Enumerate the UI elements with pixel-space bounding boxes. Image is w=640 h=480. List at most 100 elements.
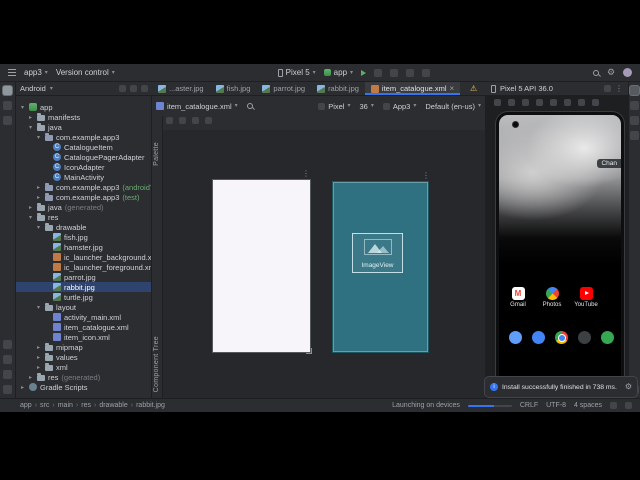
breadcrumb-app[interactable]: app bbox=[20, 402, 32, 409]
power-icon[interactable] bbox=[494, 99, 501, 106]
project-tool-icon[interactable] bbox=[3, 86, 12, 95]
app-photos[interactable]: Photos bbox=[541, 287, 563, 308]
tree-item-item-catalogue-xml[interactable]: item_catalogue.xml bbox=[16, 322, 151, 332]
collapse-all-icon[interactable] bbox=[130, 85, 137, 92]
zoom-in-icon[interactable] bbox=[192, 117, 199, 124]
tree-item-rabbit-jpg[interactable]: rabbit.jpg bbox=[16, 282, 151, 292]
tree-item-res[interactable]: ▸ res (generated) bbox=[16, 372, 151, 382]
tree-item-turtle-jpg[interactable]: turtle.jpg bbox=[16, 292, 151, 302]
tree-item-catalogueitem[interactable]: CatalogueItem bbox=[16, 142, 151, 152]
run-button[interactable] bbox=[361, 69, 367, 76]
tree-item-gradle-scripts[interactable]: ▸ Gradle Scripts bbox=[16, 382, 151, 392]
tree-item-ic-launcher-foreground-xml[interactable]: ic_launcher_foreground.xml bbox=[16, 262, 151, 272]
locale-picker[interactable]: Default (en-us) ▾ bbox=[425, 102, 481, 111]
notifications-icon[interactable] bbox=[625, 402, 632, 409]
breadcrumb-res[interactable]: res bbox=[81, 402, 91, 409]
structure-tool-icon[interactable] bbox=[3, 116, 12, 125]
notification-chip[interactable]: Chan bbox=[597, 159, 621, 168]
imageview-widget[interactable]: ImageView bbox=[352, 233, 403, 273]
blueprint-menu-icon[interactable]: ⋮ bbox=[422, 172, 430, 180]
zoom-out-icon[interactable] bbox=[179, 117, 186, 124]
dock-camera-icon[interactable] bbox=[578, 331, 591, 344]
breadcrumb-rabbit-jpg[interactable]: rabbit.jpg bbox=[136, 402, 165, 409]
profiler-icon[interactable] bbox=[406, 68, 415, 77]
dock-messages-icon[interactable] bbox=[532, 331, 545, 344]
file-chip[interactable]: item_catalogue.xml ▾ bbox=[156, 102, 238, 111]
problems-tool-icon[interactable] bbox=[3, 355, 12, 364]
status-utf-8[interactable]: UTF-8 bbox=[546, 402, 566, 409]
breadcrumb-drawable[interactable]: drawable bbox=[99, 402, 127, 409]
search-icon[interactable] bbox=[246, 103, 253, 109]
component-tree-tab[interactable]: Component Tree bbox=[153, 336, 160, 392]
status-4-spaces[interactable]: 4 spaces bbox=[574, 402, 602, 409]
view-mode-icon[interactable] bbox=[166, 117, 173, 124]
design-preview[interactable] bbox=[213, 180, 312, 354]
emulator-screen[interactable]: Chan Gmail Photos YouTube bbox=[499, 115, 621, 391]
blueprint-preview[interactable]: ImageView bbox=[333, 182, 428, 352]
app-quality-tool-icon[interactable] bbox=[630, 131, 639, 140]
rotate-right-icon[interactable] bbox=[550, 99, 557, 106]
warning-icon[interactable]: ⚠ bbox=[470, 85, 477, 93]
terminal-tool-icon[interactable] bbox=[3, 370, 12, 379]
running-devices-tool-icon[interactable] bbox=[630, 86, 639, 95]
gradle-tool-icon[interactable] bbox=[630, 101, 639, 110]
tree-item-ic-launcher-background-xml[interactable]: ic_launcher_background.xml bbox=[16, 252, 151, 262]
tree-item-xml[interactable]: ▸ xml bbox=[16, 362, 151, 372]
lock-indicator-icon[interactable] bbox=[610, 402, 617, 409]
palette-tab[interactable]: Palette bbox=[153, 142, 160, 166]
design-surface[interactable]: ⋮ ⋮ ImageView bbox=[163, 130, 485, 398]
volume-up-icon[interactable] bbox=[508, 99, 515, 106]
breadcrumb-main[interactable]: main bbox=[58, 402, 73, 409]
pan-icon[interactable] bbox=[205, 117, 212, 124]
tree-item-item-icon-xml[interactable]: item_icon.xml bbox=[16, 332, 151, 342]
tree-item-hamster-jpg[interactable]: hamster.jpg bbox=[16, 242, 151, 252]
device-picker[interactable]: Pixel ▾ bbox=[318, 102, 350, 111]
tree-item-com-example-app3[interactable]: ▸ com.example.app3 (test) bbox=[16, 192, 151, 202]
tree-item-res[interactable]: ▾ res bbox=[16, 212, 151, 222]
run-config-selector[interactable]: app ▾ bbox=[323, 68, 353, 77]
volume-down-icon[interactable] bbox=[522, 99, 529, 106]
tree-item-iconadapter[interactable]: IconAdapter bbox=[16, 162, 151, 172]
theme-picker[interactable]: App3 ▾ bbox=[382, 102, 416, 111]
overview-icon[interactable] bbox=[592, 99, 599, 106]
build-icon[interactable] bbox=[374, 68, 383, 77]
tab-rabbit-jpg[interactable]: rabbit.jpg bbox=[311, 82, 365, 95]
rotate-left-icon[interactable] bbox=[536, 99, 543, 106]
tree-item-parrot-jpg[interactable]: parrot.jpg bbox=[16, 272, 151, 282]
device-selector[interactable]: Pixel 5 ▾ bbox=[277, 68, 316, 77]
close-tab-icon[interactable]: × bbox=[450, 84, 455, 93]
tab-fish-jpg[interactable]: fish.jpg bbox=[210, 82, 257, 95]
tree-item-java[interactable]: ▸ java (generated) bbox=[16, 202, 151, 212]
tree-item-com-example-app3[interactable]: ▸com.example.app3(androidTest) bbox=[16, 182, 151, 192]
search-icon[interactable] bbox=[592, 69, 599, 76]
settings-icon[interactable]: ⚙ bbox=[607, 68, 615, 77]
dock-phone-icon[interactable] bbox=[509, 331, 522, 344]
tab-parrot-jpg[interactable]: parrot.jpg bbox=[256, 82, 311, 95]
tree-item-manifests[interactable]: ▸ manifests bbox=[16, 112, 151, 122]
stop-icon[interactable] bbox=[422, 68, 431, 77]
tab-item-catalogue-xml[interactable]: item_catalogue.xml × bbox=[364, 82, 461, 95]
project-view-selector[interactable]: Android bbox=[20, 84, 46, 93]
menu-icon[interactable] bbox=[8, 69, 16, 76]
tree-item-cataloguepageradapter[interactable]: CataloguePagerAdapter bbox=[16, 152, 151, 162]
tree-item-layout[interactable]: ▾ layout bbox=[16, 302, 151, 312]
toast-settings-icon[interactable]: ⚙ bbox=[625, 383, 632, 391]
dock-chrome-icon[interactable] bbox=[555, 331, 568, 344]
home-icon[interactable] bbox=[578, 99, 585, 106]
dock-maps-icon[interactable] bbox=[601, 331, 614, 344]
device-manager-tool-icon[interactable] bbox=[630, 116, 639, 125]
design-menu-icon[interactable]: ⋮ bbox=[302, 170, 310, 178]
profile-avatar[interactable] bbox=[623, 68, 633, 77]
rotate-device-icon[interactable] bbox=[604, 85, 611, 92]
tree-item-values[interactable]: ▸ values bbox=[16, 352, 151, 362]
project-selector[interactable]: app3 ▾ bbox=[24, 68, 48, 77]
locate-file-icon[interactable] bbox=[119, 85, 126, 92]
tree-item-activity-main-xml[interactable]: activity_main.xml bbox=[16, 312, 151, 322]
panel-options-icon[interactable] bbox=[141, 85, 148, 92]
commit-tool-icon[interactable] bbox=[3, 101, 12, 110]
tree-item-java[interactable]: ▾ java bbox=[16, 122, 151, 132]
app-gmail[interactable]: Gmail bbox=[507, 287, 529, 308]
back-icon[interactable] bbox=[564, 99, 571, 106]
api-picker[interactable]: 36 ▾ bbox=[359, 102, 373, 111]
install-toast[interactable]: Install successfully finished in 738 ms.… bbox=[484, 376, 638, 398]
